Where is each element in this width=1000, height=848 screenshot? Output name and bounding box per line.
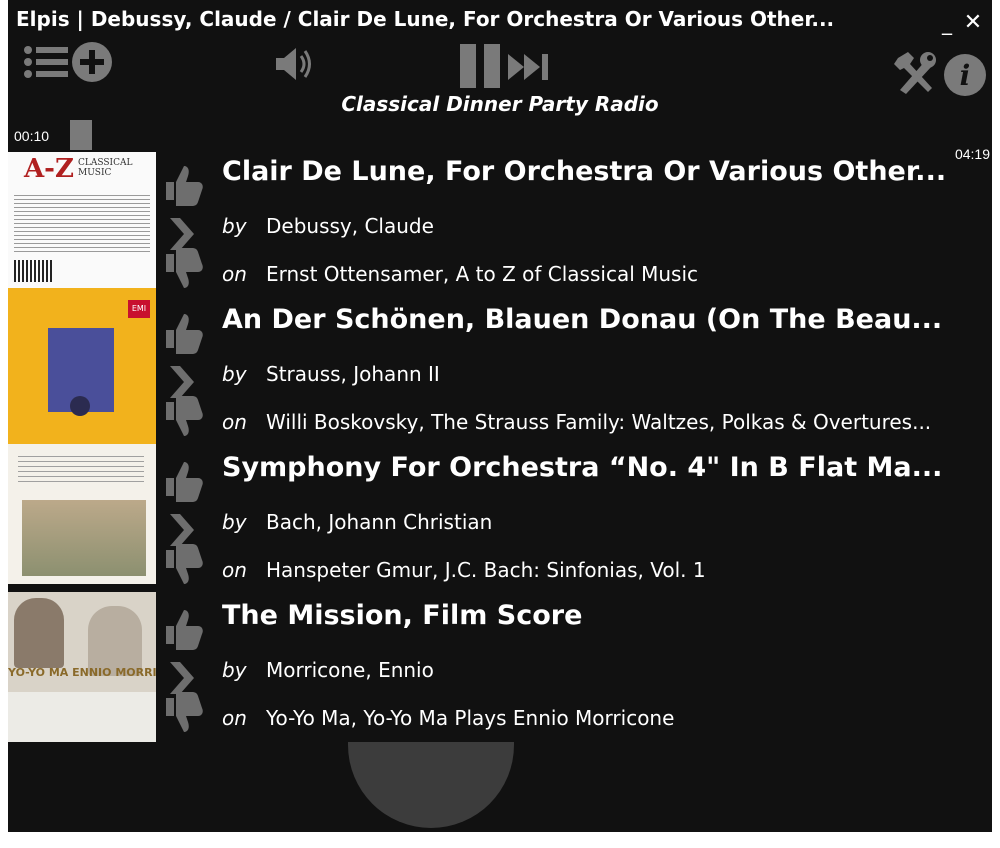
info-icon-letter: i xyxy=(960,59,971,92)
track-item: The Mission, Film Score by Morricone, Enn… xyxy=(160,596,992,744)
chevron-right-icon xyxy=(170,514,194,546)
track-artist[interactable]: Debussy, Claude xyxy=(266,214,434,238)
track-album-row: on Willi Boskovsky, The Strauss Family: W… xyxy=(222,410,982,434)
volume-icon[interactable] xyxy=(272,44,316,84)
track-title[interactable]: Clair De Lune, For Orchestra Or Various … xyxy=(222,156,982,187)
track-title[interactable]: The Mission, Film Score xyxy=(222,600,982,631)
track-album-row: on Yo-Yo Ma, Yo-Yo Ma Plays Ennio Morrico… xyxy=(222,706,982,730)
thumbs-down-icon xyxy=(166,248,203,288)
thumbs-up-icon xyxy=(166,610,203,650)
station-name: Classical Dinner Party Radio xyxy=(341,92,659,116)
album-art-3[interactable] xyxy=(8,444,156,584)
album-art-2[interactable]: EMI xyxy=(8,288,156,444)
thumbs-up-icon xyxy=(166,314,203,354)
add-icon[interactable] xyxy=(70,40,114,84)
by-label: by xyxy=(222,510,247,534)
emi-logo: EMI xyxy=(128,300,150,318)
thumbs-down-icon xyxy=(166,396,203,436)
album-art-column: A-Z CLASSICAL MUSIC EMI YO-YO MA ENNIO M… xyxy=(8,152,156,742)
pause-icon[interactable] xyxy=(458,42,506,90)
track-title[interactable]: Symphony For Orchestra “No. 4" In B Flat… xyxy=(222,452,982,483)
vote-controls xyxy=(166,610,203,732)
thumbs-down-icon xyxy=(166,544,203,584)
track-list: Clair De Lune, For Orchestra Or Various … xyxy=(160,152,992,744)
track-artist[interactable]: Morricone, Ennio xyxy=(266,658,434,682)
on-label: on xyxy=(222,410,247,434)
vote-controls xyxy=(166,314,203,436)
settings-icon[interactable] xyxy=(892,48,940,96)
track-album-row: on Hanspeter Gmur, J.C. Bach: Sinfonias, … xyxy=(222,558,982,582)
album-art-1-title: A-Z xyxy=(24,154,74,184)
on-label: on xyxy=(222,558,247,582)
track-album[interactable]: Ernst Ottensamer, A to Z of Classical Mu… xyxy=(266,262,698,286)
track-title[interactable]: An Der Schönen, Blauen Donau (On The Bea… xyxy=(222,304,982,335)
track-artist[interactable]: Strauss, Johann II xyxy=(266,362,440,386)
track-artist-row: by Debussy, Claude xyxy=(222,214,982,238)
progress-handle[interactable] xyxy=(70,120,92,150)
by-label: by xyxy=(222,362,247,386)
skip-icon[interactable] xyxy=(506,52,554,82)
by-label: by xyxy=(222,658,247,682)
track-artist-row: by Strauss, Johann II xyxy=(222,362,982,386)
vote-controls xyxy=(166,166,203,288)
track-item: Clair De Lune, For Orchestra Or Various … xyxy=(160,152,992,300)
on-label: on xyxy=(222,706,247,730)
drawer-handle[interactable] xyxy=(348,742,514,828)
window-title: Elpis | Debussy, Claude / Clair De Lune,… xyxy=(16,7,835,31)
vote-controls xyxy=(166,462,203,584)
close-button[interactable]: ✕ xyxy=(960,10,986,36)
album-art-4[interactable]: YO-YO MA ENNIO MORRICONE xyxy=(8,592,156,742)
thumbs-up-icon xyxy=(166,462,203,502)
track-artist-row: by Bach, Johann Christian xyxy=(222,510,982,534)
track-album[interactable]: Hanspeter Gmur, J.C. Bach: Sinfonias, Vo… xyxy=(266,558,706,582)
player-window: Elpis | Debussy, Claude / Clair De Lune,… xyxy=(8,0,992,832)
album-art-1-subtitle: CLASSICAL MUSIC xyxy=(78,158,133,178)
chevron-right-icon xyxy=(170,218,194,250)
track-album[interactable]: Willi Boskovsky, The Strauss Family: Wal… xyxy=(266,410,931,434)
elapsed-time: 00:10 xyxy=(14,128,50,144)
thumbs-down-icon xyxy=(166,692,203,732)
album-art-4-text: YO-YO MA ENNIO MORRICONE xyxy=(8,666,156,679)
track-album-row: on Ernst Ottensamer, A to Z of Classical … xyxy=(222,262,982,286)
track-item: Symphony For Orchestra “No. 4" In B Flat… xyxy=(160,448,992,596)
minimize-button[interactable]: _ xyxy=(934,10,960,36)
by-label: by xyxy=(222,214,247,238)
track-artist[interactable]: Bach, Johann Christian xyxy=(266,510,492,534)
track-album[interactable]: Yo-Yo Ma, Yo-Yo Ma Plays Ennio Morricone xyxy=(266,706,674,730)
chevron-right-icon xyxy=(170,366,194,398)
track-item: An Der Schönen, Blauen Donau (On The Bea… xyxy=(160,300,992,448)
list-icon[interactable] xyxy=(22,42,70,82)
thumbs-up-icon xyxy=(166,166,203,206)
on-label: on xyxy=(222,262,247,286)
album-art-1[interactable]: A-Z CLASSICAL MUSIC xyxy=(8,152,156,288)
track-artist-row: by Morricone, Ennio xyxy=(222,658,982,682)
chevron-right-icon xyxy=(170,662,194,694)
